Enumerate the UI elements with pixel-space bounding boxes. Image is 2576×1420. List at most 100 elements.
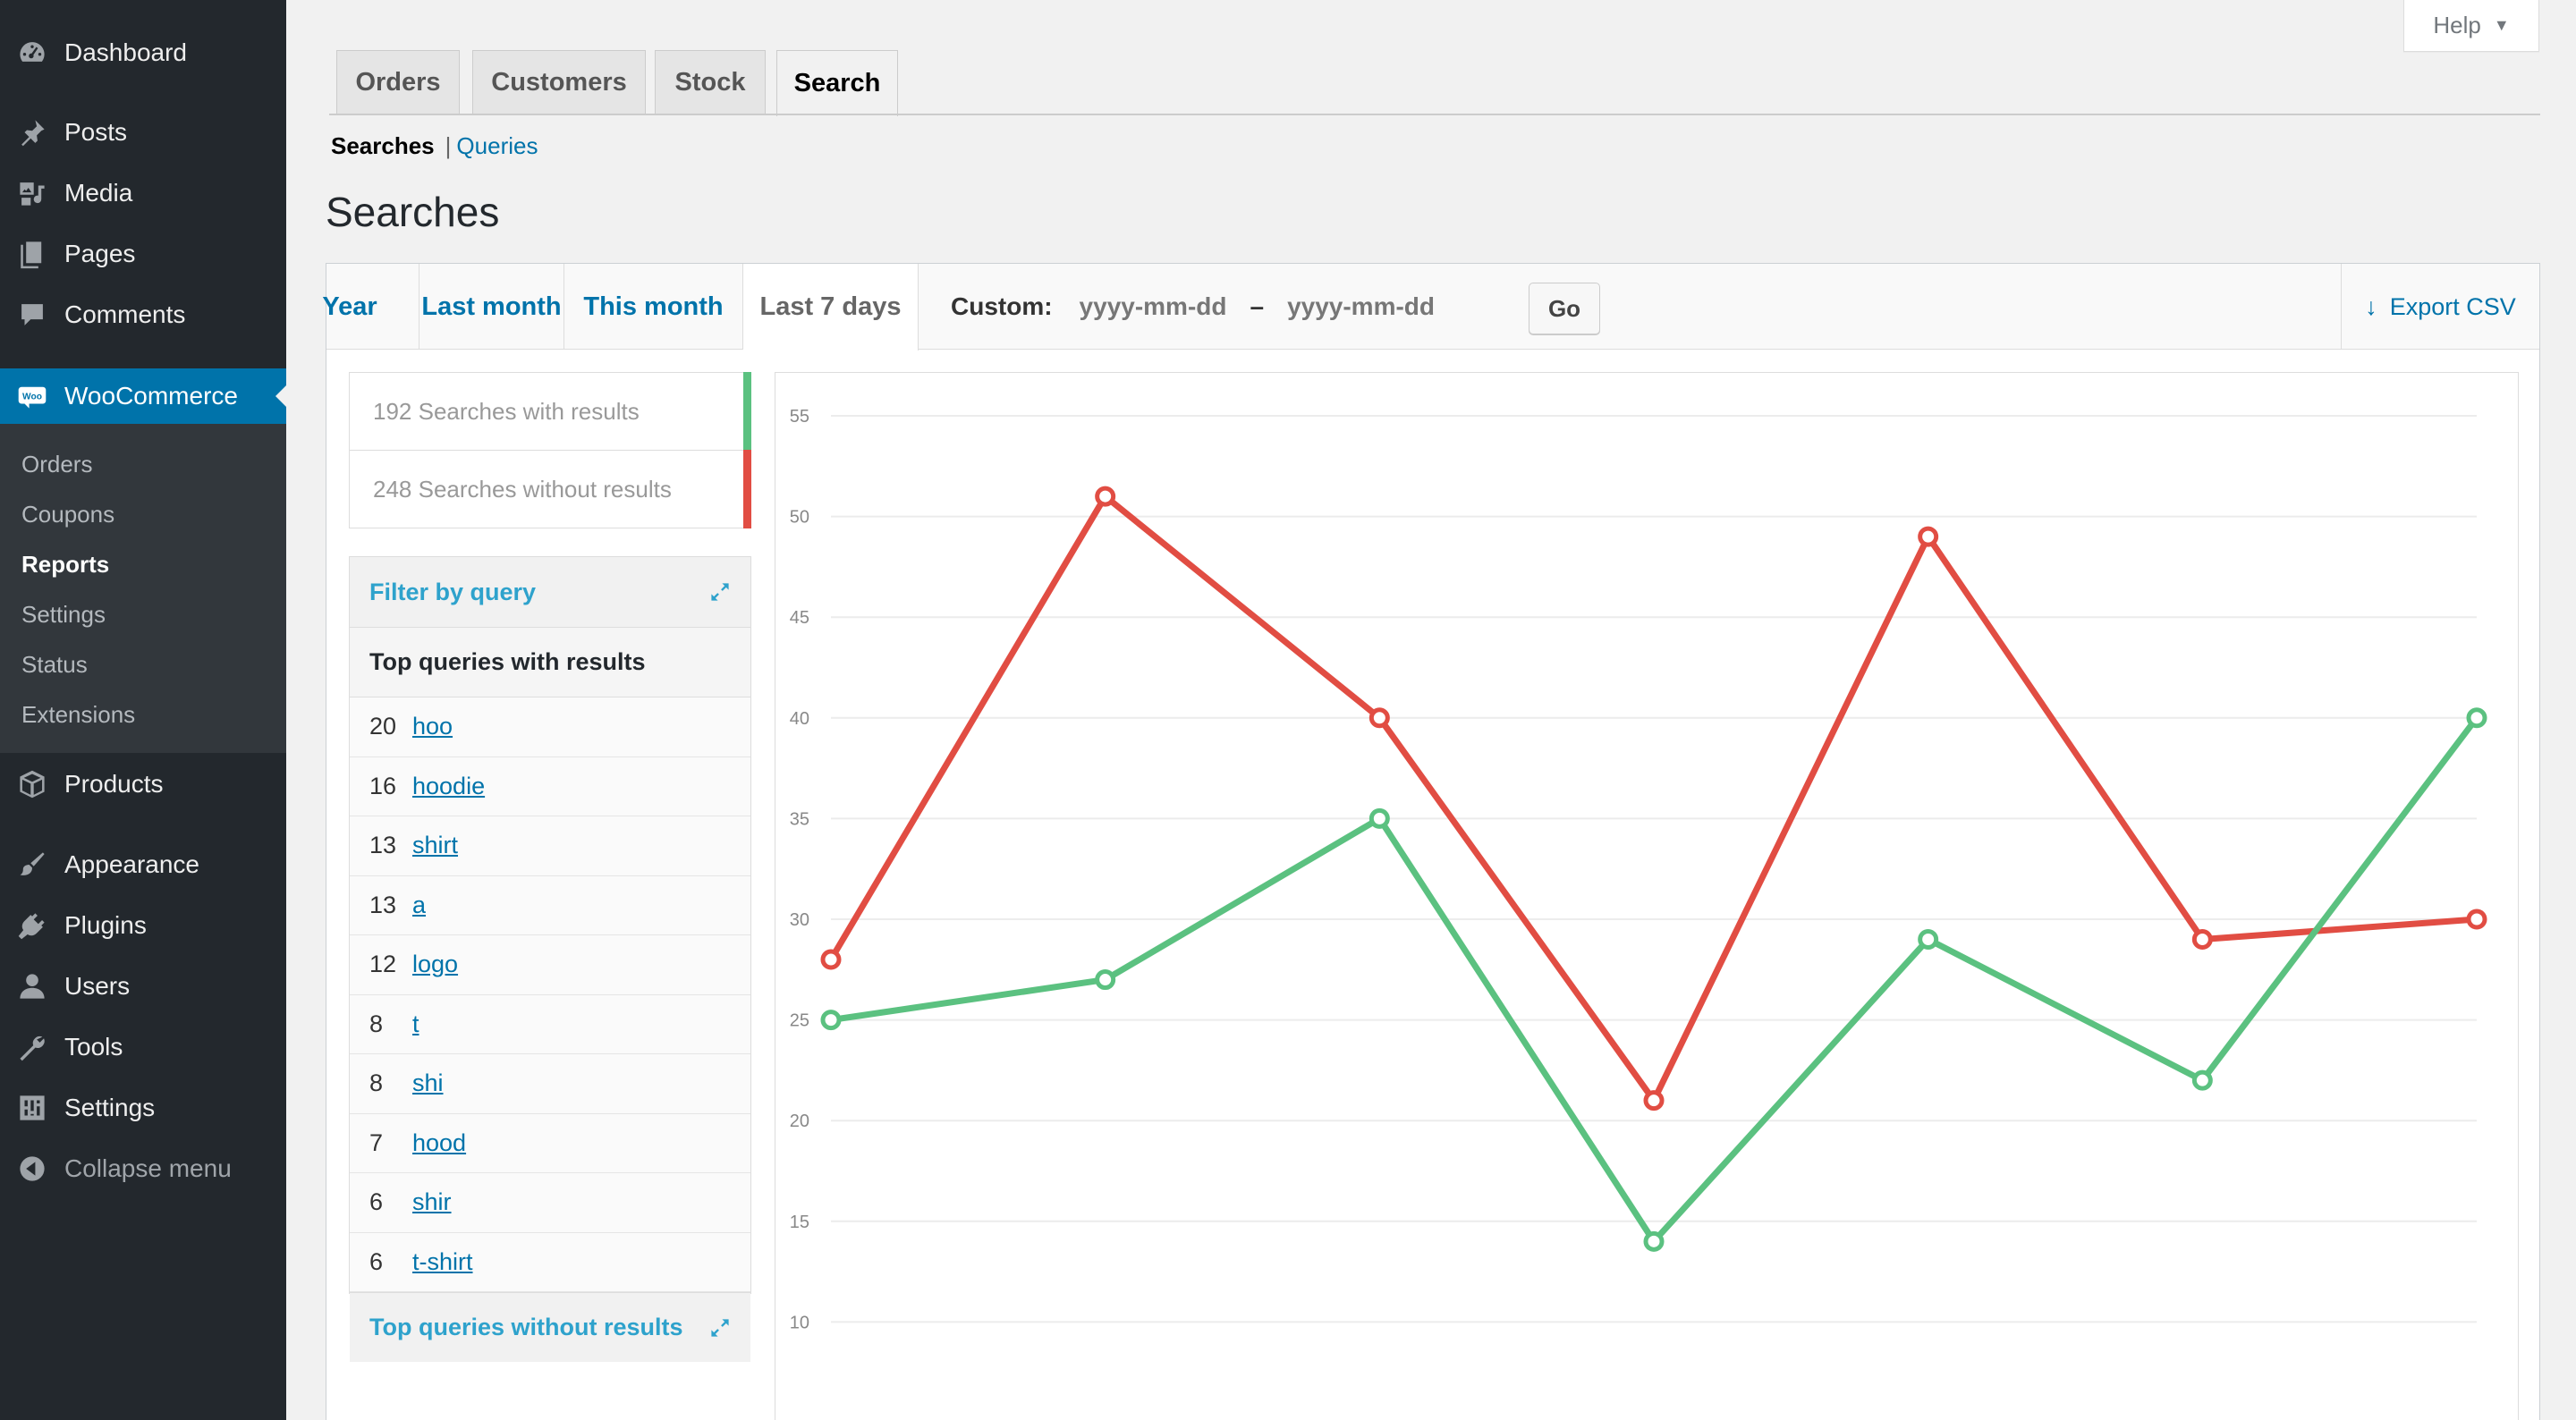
pin-icon (16, 116, 48, 148)
sidebar-label: Pages (64, 240, 136, 267)
range-year-cell (326, 264, 419, 350)
submenu-item-extensions[interactable]: Extensions (21, 697, 135, 732)
data-point[interactable] (2466, 707, 2487, 729)
query-row: 6 shir (350, 1173, 750, 1233)
expand-icon (711, 583, 729, 601)
box-icon (16, 768, 48, 800)
range-last-7-days[interactable]: Last 7 days (743, 264, 919, 351)
svg-text:Woo: Woo (22, 392, 42, 401)
sidebar-item-comments[interactable]: Comments (0, 287, 286, 342)
dashboard-icon (16, 37, 48, 69)
woo-icon: Woo (16, 380, 48, 412)
query-count: 16 (369, 772, 397, 799)
sidebar-label: Appearance (64, 850, 200, 878)
query-link[interactable]: hood (412, 1129, 466, 1157)
y-tick-label: 20 (790, 1111, 809, 1131)
data-point[interactable] (1368, 707, 1390, 729)
sidebar-label: Media (64, 179, 133, 207)
y-tick-label: 55 (790, 407, 809, 427)
query-link[interactable]: shir (412, 1188, 452, 1216)
query-row: 12 logo (350, 935, 750, 995)
data-point[interactable] (2466, 909, 2487, 930)
data-point[interactable] (2191, 929, 2213, 951)
query-count: 20 (369, 713, 397, 740)
query-count: 12 (369, 951, 397, 978)
sidebar-item-pages[interactable]: Pages (0, 226, 286, 282)
subnav-separator: | (445, 132, 452, 159)
query-link[interactable]: t (412, 1010, 419, 1038)
sidebar-item-products[interactable]: Products (0, 756, 286, 812)
comment-icon (16, 299, 48, 331)
date-from-input[interactable]: yyyy-mm-dd (1080, 292, 1227, 321)
tab-customers[interactable]: Customers (472, 50, 646, 114)
query-link[interactable]: logo (412, 951, 458, 978)
sidebar-item-users[interactable]: Users (0, 959, 286, 1014)
sidebar-label: Collapse menu (64, 1154, 232, 1182)
series-line-with-results (830, 715, 2479, 1245)
collapse-menu-button[interactable]: Collapse menu (0, 1141, 286, 1196)
data-point[interactable] (1918, 929, 1939, 951)
sidebar-label: Comments (64, 300, 186, 328)
query-link[interactable]: t-shirt (412, 1248, 473, 1276)
data-point[interactable] (1368, 807, 1390, 829)
plug-icon (16, 909, 48, 942)
query-row: 13 a (350, 875, 750, 935)
top-queries-title: Top queries with results (350, 628, 750, 697)
go-button[interactable]: Go (1529, 283, 1600, 334)
sidebar-item-dashboard[interactable]: Dashboard (0, 25, 286, 80)
tab-orders[interactable]: Orders (336, 50, 460, 114)
sidebar-item-plugins[interactable]: Plugins (0, 898, 286, 953)
query-count: 13 (369, 891, 397, 918)
sidebar-item-appearance[interactable]: Appearance (0, 837, 286, 892)
series-line-without-results (827, 493, 2478, 1104)
filter-by-query-toggle[interactable]: Filter by query (350, 557, 750, 627)
submenu-item-orders[interactable]: Orders (21, 446, 92, 482)
filter-by-query-label: Filter by query (369, 578, 537, 605)
query-link[interactable]: a (412, 892, 426, 919)
help-button[interactable]: Help ▼ (2403, 0, 2539, 52)
y-tick-label: 40 (790, 709, 809, 729)
query-link[interactable]: hoo (412, 713, 453, 740)
sidebar-item-woocommerce[interactable]: Woo WooCommerce (0, 368, 286, 424)
query-row: 6 t-shirt (350, 1232, 750, 1292)
sidebar-label: Dashboard (64, 38, 187, 66)
query-link[interactable]: shi (412, 1069, 444, 1097)
sidebar-item-tools[interactable]: Tools (0, 1019, 286, 1075)
submenu-item-coupons[interactable]: Coupons (21, 496, 114, 532)
query-link[interactable]: hoodie (412, 773, 485, 800)
submenu-item-reports[interactable]: Reports (21, 546, 109, 582)
date-to-input[interactable]: yyyy-mm-dd (1287, 292, 1435, 321)
legend-without-results[interactable]: 248 Searches without results (349, 450, 751, 528)
submenu-item-status[interactable]: Status (21, 647, 88, 682)
sidebar-item-posts[interactable]: Posts (0, 105, 286, 160)
legend-with-results[interactable]: 192 Searches with results (349, 372, 751, 451)
tab-stock[interactable]: Stock (655, 50, 766, 114)
data-point[interactable] (1643, 1230, 1665, 1252)
sidebar-item-media[interactable]: Media (0, 165, 286, 221)
y-tick-label: 10 (790, 1313, 809, 1332)
export-csv-button[interactable]: ↓ Export CSV (2341, 264, 2539, 350)
sidebar-item-settings[interactable]: Settings (0, 1080, 286, 1136)
tab-search[interactable]: Search (776, 50, 898, 116)
submenu-item-settings[interactable]: Settings (21, 596, 106, 632)
expand-icon (711, 1318, 729, 1337)
data-point[interactable] (2191, 1069, 2213, 1091)
data-point[interactable] (1643, 1090, 1665, 1111)
subnav-searches[interactable]: Searches (331, 132, 435, 159)
y-tick-label: 50 (790, 508, 809, 528)
y-tick-label: 30 (790, 910, 809, 930)
data-point[interactable] (820, 949, 842, 970)
top-without-results-toggle[interactable]: Top queries without results (350, 1292, 750, 1362)
data-point[interactable] (1918, 526, 1939, 547)
y-tick-label: 35 (790, 809, 809, 829)
query-link[interactable]: shirt (412, 832, 458, 859)
subnav-queries-link[interactable]: Queries (456, 132, 538, 159)
data-point[interactable] (820, 1010, 842, 1031)
range-this-month[interactable]: This month (564, 264, 743, 350)
data-point[interactable] (1095, 969, 1116, 991)
query-row: 8 shi (350, 1054, 750, 1114)
range-last-month[interactable]: Last month (419, 264, 564, 350)
data-point[interactable] (1095, 486, 1116, 507)
query-row: 8t (350, 994, 750, 1054)
collapse-icon (16, 1153, 48, 1185)
